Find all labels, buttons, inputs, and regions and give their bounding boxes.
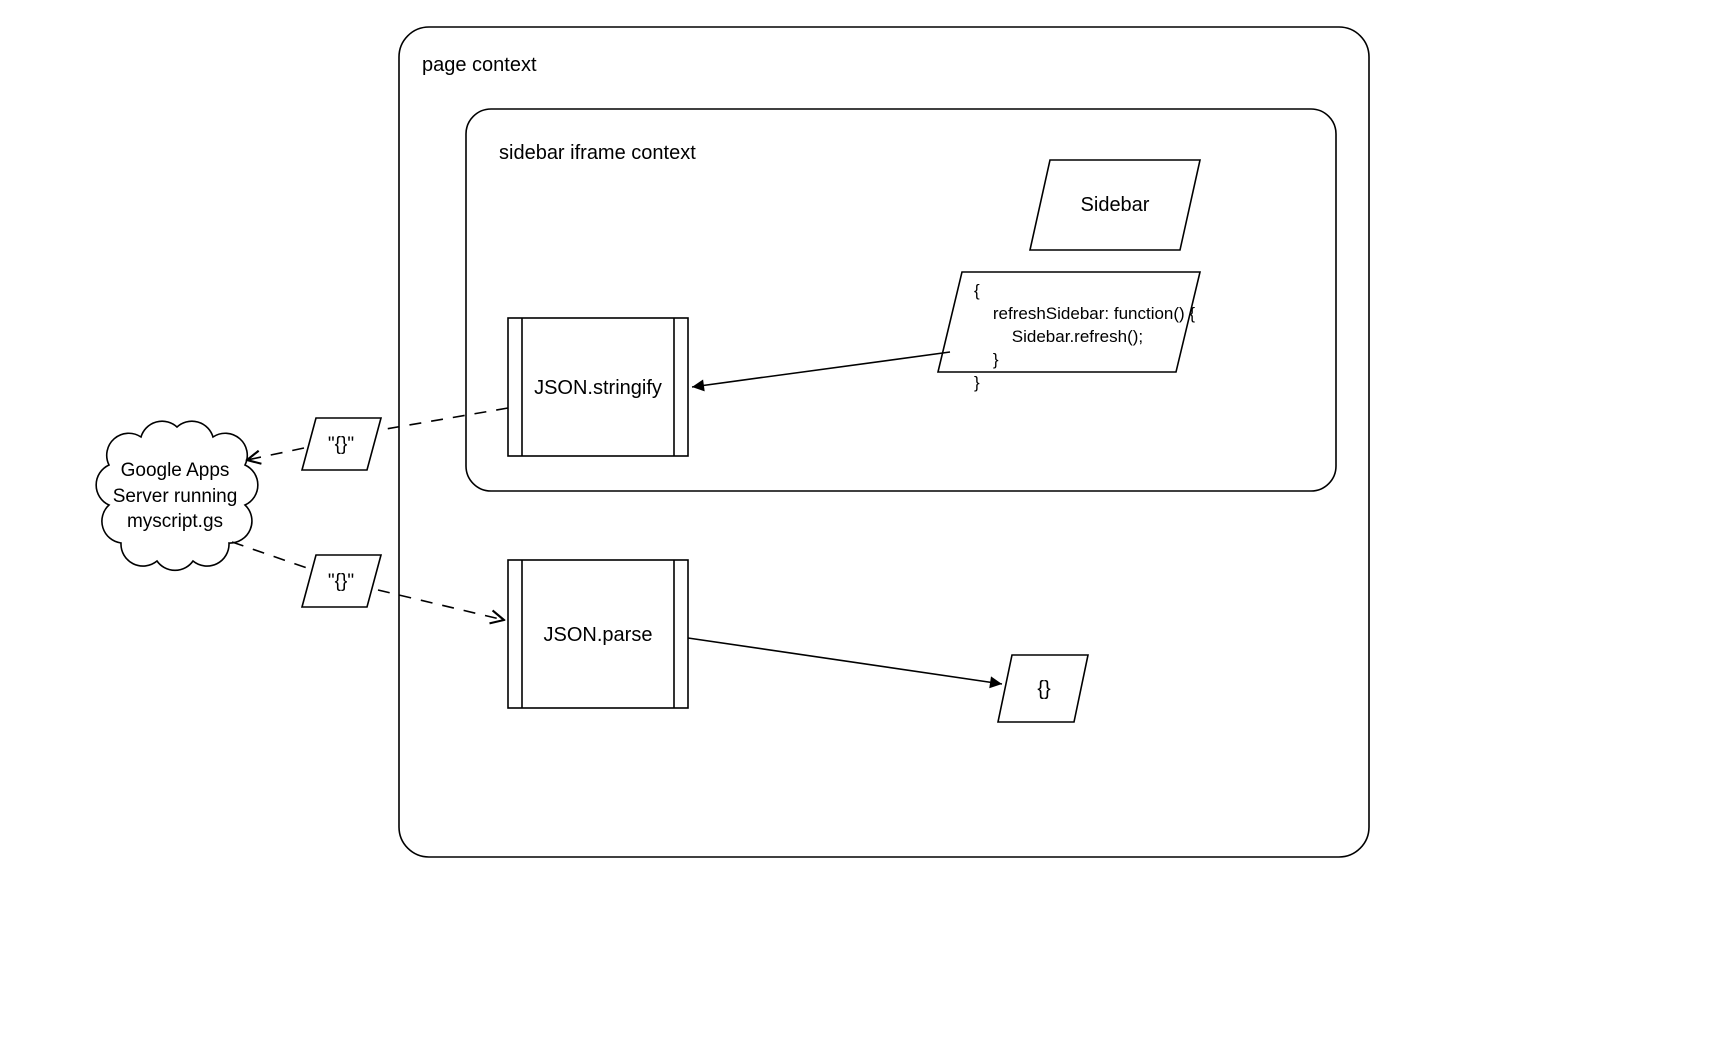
sidebar-label: Sidebar: [1060, 192, 1170, 219]
result-object-label: {}: [1020, 676, 1068, 703]
dash-payload2-to-parse: [378, 590, 504, 620]
arrow-code-to-stringify: [692, 352, 950, 387]
page-context-label: page context: [422, 52, 537, 79]
code-block-text: { refreshSidebar: function() { Sidebar.r…: [974, 280, 1195, 395]
dash-cloud-to-payload2: [232, 542, 307, 568]
cloud-text: Google Apps Server running myscript.gs: [100, 458, 250, 535]
diagram-canvas: page context sidebar iframe context Side…: [0, 0, 1710, 1061]
payload-bottom-label: "{}": [312, 569, 370, 595]
iframe-context-label: sidebar iframe context: [499, 140, 696, 167]
arrow-parse-to-result: [688, 638, 1002, 684]
diagram-svg: [0, 0, 1710, 1061]
json-parse-label: JSON.parse: [522, 622, 674, 649]
json-stringify-label: JSON.stringify: [522, 375, 674, 402]
payload-top-label: "{}": [312, 432, 370, 458]
dash-payload-to-cloud: [247, 448, 304, 460]
